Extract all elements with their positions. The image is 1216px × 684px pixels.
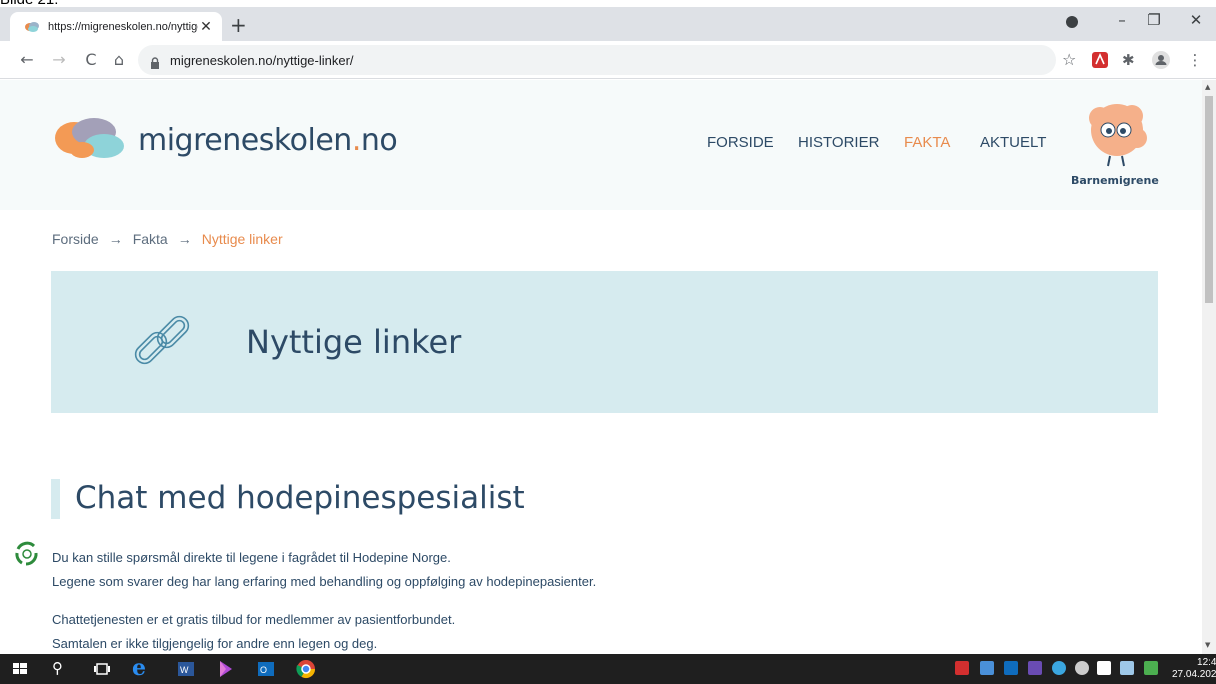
tray-update-icon[interactable] [1144,661,1158,675]
nav-forside[interactable]: FORSIDE [707,134,774,151]
breadcrumb-current: Nyttige linker [201,231,283,247]
outlook-icon[interactable]: O [256,659,276,679]
extensions-puzzle-icon[interactable]: ✱ [1122,51,1140,69]
nav-aktuelt[interactable]: AKTUELT [980,134,1046,151]
browser-toolbar: ← → C ⌂ migreneskolen.no/nyttige-linker/… [0,41,1216,79]
close-tab-icon[interactable]: ✕ [198,19,214,35]
powerapps-icon[interactable] [216,659,236,679]
logo-tld: no [360,123,398,158]
scrollbar-thumb[interactable] [1205,96,1213,303]
home-icon[interactable]: ⌂ [108,50,130,69]
chrome-icon[interactable] [296,659,316,679]
section-heading: Chat med hodepinespesialist [75,480,525,516]
svg-text:O: O [260,665,267,675]
breadcrumb-arrow-icon: → [108,231,123,247]
bookmark-star-icon[interactable]: ☆ [1062,50,1080,69]
site-header: migreneskolen.no FORSIDE HISTORIER FAKTA… [0,80,1202,210]
breadcrumb-arrow-icon: → [177,231,192,247]
nav-fakta[interactable]: FAKTA [904,134,950,151]
minimize-icon[interactable]: – [1108,11,1136,29]
close-window-icon[interactable]: ✕ [1182,11,1210,29]
breadcrumb-forside[interactable]: Forside [52,231,99,247]
tray-onenote-icon[interactable] [1028,661,1042,675]
pdf-extension-icon[interactable] [1091,51,1109,69]
tray-sync-icon[interactable] [1052,661,1066,675]
reload-icon[interactable]: C [80,50,102,69]
url-text: migreneskolen.no/nyttige-linker/ [170,52,354,68]
site-favicon-icon [24,21,40,33]
tray-teams-icon[interactable] [980,661,994,675]
paragraph-line: Chattetjenesten er et gratis tilbud for … [52,612,456,627]
barnemigrene-mascot-icon[interactable] [1082,100,1152,170]
windows-taskbar: ⚲ e W O 12:48 27.04.2021 [0,654,1216,684]
page-hero-banner: Nyttige linker [51,271,1158,413]
web-page: migreneskolen.no FORSIDE HISTORIER FAKTA… [0,80,1202,654]
page-scrollbar[interactable]: ▲ ▼ [1202,80,1216,654]
page-title: Nyttige linker [246,323,462,361]
tray-network-icon[interactable] [1075,661,1089,675]
chain-link-icon [127,311,197,381]
new-tab-button[interactable]: + [230,13,247,37]
forward-arrow-icon[interactable]: → [48,50,70,69]
address-bar[interactable]: migreneskolen.no/nyttige-linker/ [138,45,1056,75]
word-icon[interactable]: W [176,659,196,679]
breadcrumb: Forside → Fakta → Nyttige linker [52,231,283,247]
browser-tab[interactable]: https://migreneskolen.no/nyttige ✕ [10,12,222,41]
clock-time: 12:48 [1197,657,1216,668]
logo-dot: . [351,123,362,158]
clock-date: 27.04.2021 [1172,669,1216,680]
site-logo-text[interactable]: migreneskolen.no [138,123,398,158]
lock-icon [150,54,160,69]
site-logo-icon[interactable] [52,114,128,162]
profile-circle-icon[interactable] [1058,11,1086,33]
search-icon[interactable]: ⚲ [52,659,72,679]
task-view-icon[interactable] [92,659,112,679]
barnemigrene-label[interactable]: Barnemigrene [1071,174,1159,187]
internet-explorer-icon[interactable]: e [132,655,152,681]
tab-title: https://migreneskolen.no/nyttige [48,20,198,33]
restore-icon[interactable]: ❐ [1140,11,1168,29]
tray-shield-icon[interactable] [1097,661,1111,675]
menu-dots-icon[interactable]: ⋮ [1186,51,1204,69]
paragraph-line: Samtalen er ikke tilgjengelig for andre … [52,636,378,651]
tray-outlook-icon[interactable] [1004,661,1018,675]
browser-tab-strip: https://migreneskolen.no/nyttige ✕ + – ❐… [0,7,1216,41]
profile-avatar-icon[interactable] [1152,51,1170,69]
paragraph-line: Du kan stille spørsmål direkte til legen… [52,550,451,565]
recycle-chat-widget-icon[interactable] [14,541,40,567]
taskbar-clock[interactable]: 12:48 27.04.2021 [1172,657,1216,681]
back-arrow-icon[interactable]: ← [16,50,38,69]
nav-historier[interactable]: HISTORIER [798,134,879,151]
breadcrumb-fakta[interactable]: Fakta [133,231,168,247]
tray-security-icon[interactable] [955,661,969,675]
scroll-down-icon[interactable]: ▼ [1205,641,1210,649]
tray-display-icon[interactable] [1120,661,1134,675]
paragraph-line: Legene som svarer deg har lang erfaring … [52,574,597,589]
section-accent-bar [51,479,60,519]
svg-text:W: W [180,665,189,675]
logo-name: migreneskolen [138,123,352,158]
windows-start-icon[interactable] [10,659,30,679]
scroll-up-icon[interactable]: ▲ [1205,83,1210,91]
